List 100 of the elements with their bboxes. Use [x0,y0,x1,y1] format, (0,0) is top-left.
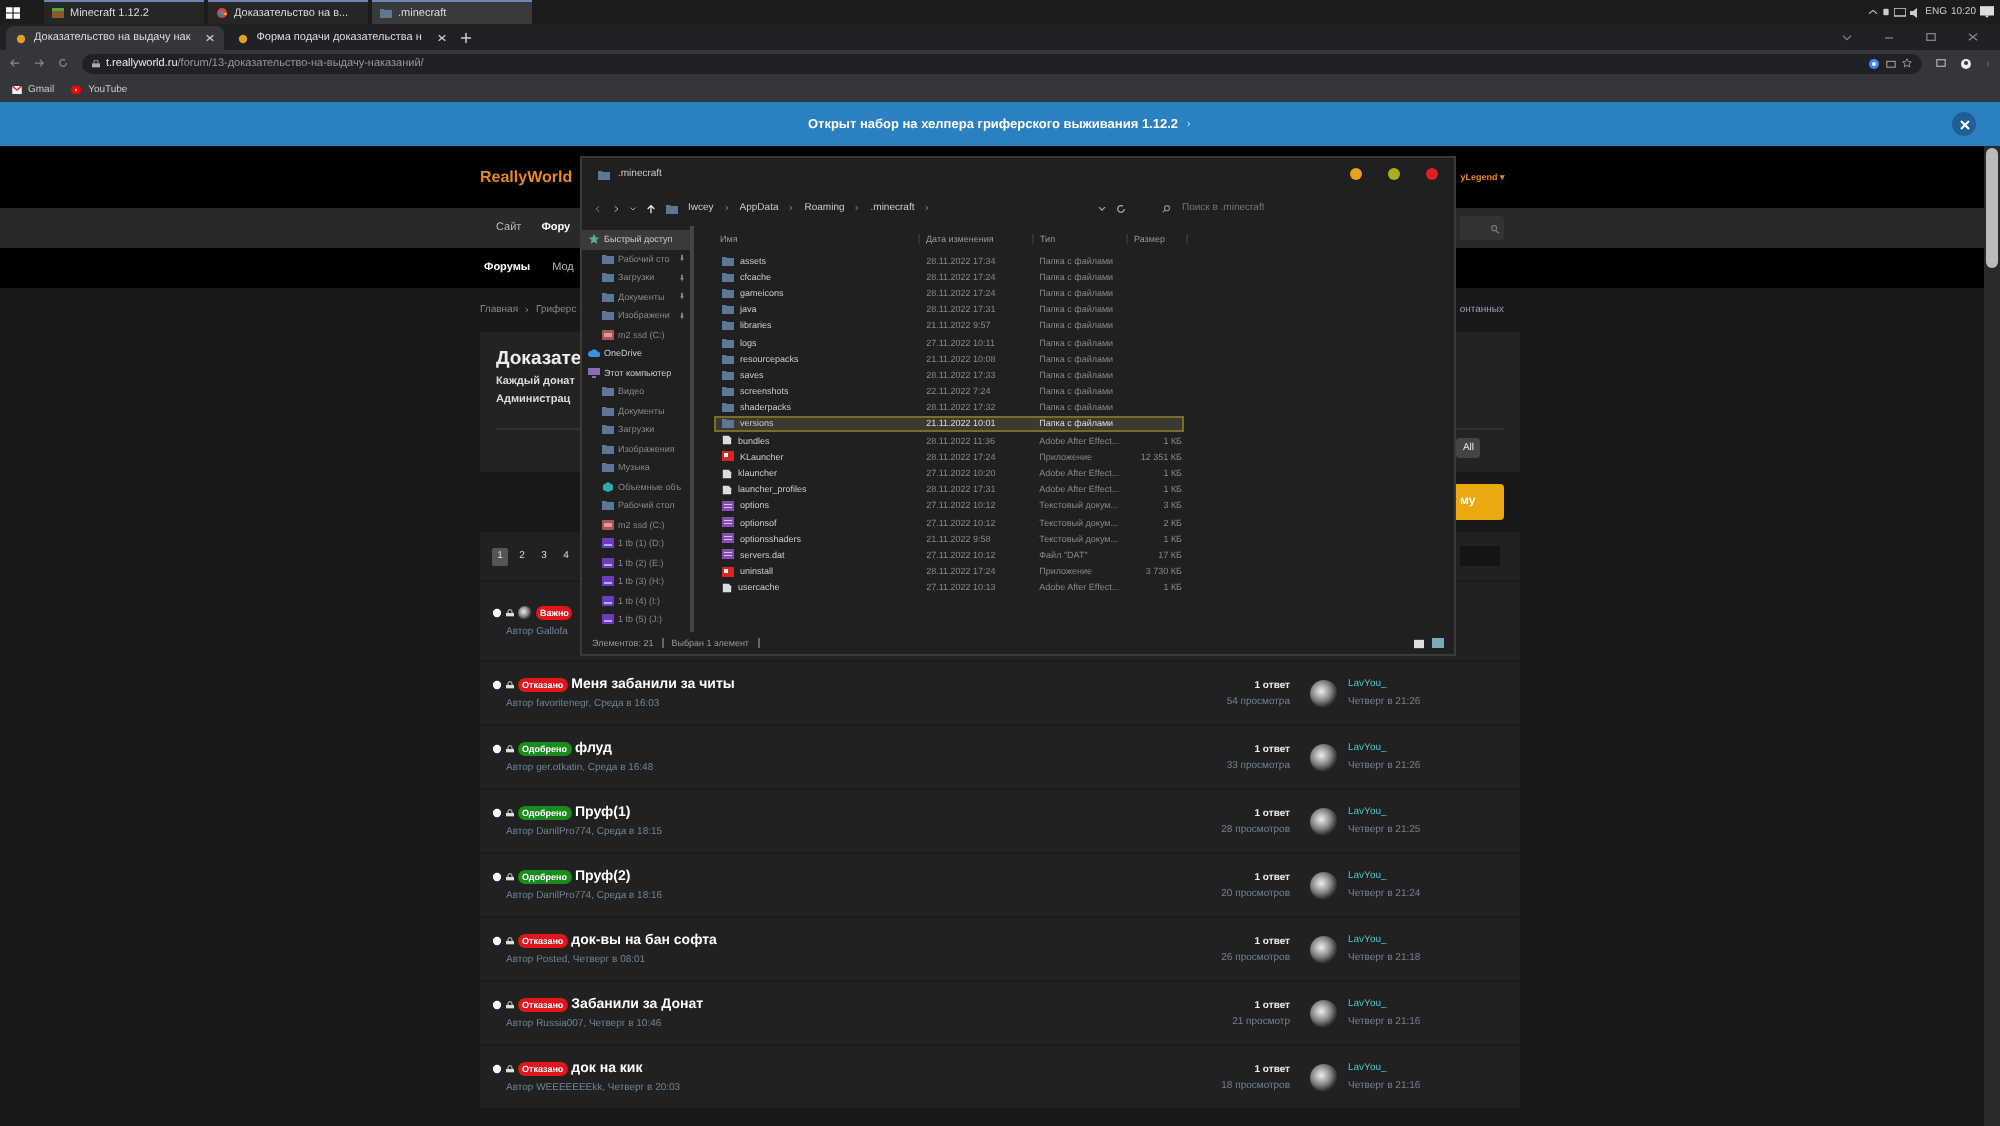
unread-dot-icon [492,935,502,945]
site-logo[interactable]: ReallyWorld [480,168,573,186]
side-panel-icon [1936,58,1946,68]
lock-icon [506,999,514,1009]
avatar [1310,807,1338,835]
lock-icon [92,59,100,67]
lock-icon [506,871,514,881]
document-icon [722,434,732,447]
unread-dot-icon [492,607,502,617]
favicon-icon [16,33,26,43]
star-icon [1902,58,1912,68]
unread-dot-icon [492,743,502,753]
text-file-icon [722,532,734,545]
disk-icon [602,614,614,625]
chevron-up-icon [1867,8,1878,16]
folder-icon [666,203,678,213]
pin-icon [678,311,686,320]
avatar [1310,1063,1338,1091]
unread-dot-icon [492,807,502,817]
document-icon [722,581,732,594]
forward-icon [612,203,620,213]
unread-dot-icon [492,1063,502,1073]
maximize-icon [1926,32,1936,42]
forum-title: Доказате [496,348,582,370]
lock-icon [506,935,514,945]
windows-logo-icon [6,5,20,19]
scrollbar[interactable] [1984,146,2000,1126]
disk-icon [602,576,614,587]
unread-dot-icon [492,871,502,881]
network-icon [1893,7,1906,17]
avatar [1310,679,1338,707]
plus-icon [459,31,472,43]
avatar [1310,935,1338,963]
lock-icon [506,743,514,753]
grass-block-icon [52,8,64,18]
text-file-icon [722,548,734,561]
close-icon [206,34,215,42]
tiles-view-icon [1432,638,1444,648]
unread-dot-icon [492,999,502,1009]
chevron-right-icon [788,204,795,212]
chevron-right-icon [1186,120,1193,128]
disk-icon [602,538,614,549]
details-view-icon [1414,637,1424,649]
up-arrow-icon [646,203,656,213]
profile-icon [1960,57,1972,69]
pin-icon [678,273,686,282]
usb-icon [1881,6,1890,18]
close-icon [437,34,446,42]
lock-icon [506,679,514,689]
speaker-icon [1909,7,1922,17]
google-icon [1868,57,1880,69]
chrome-icon [216,8,228,18]
folder-icon [380,8,392,18]
forward-icon [34,58,44,68]
lock-icon [506,607,514,617]
back-icon [10,58,20,68]
back-icon [594,203,602,213]
text-file-icon [722,499,734,512]
minimize-icon [1884,33,1894,41]
cloud-icon [588,348,600,359]
chevron-down-icon [1098,205,1106,211]
cube-icon [602,481,614,492]
avatar [518,605,532,619]
close-icon [1968,32,1978,42]
chevron-right-icon [524,306,531,314]
chevron-right-icon [723,204,730,212]
computer-icon [588,367,600,378]
close-button[interactable] [1952,112,1976,136]
maximize-button[interactable] [1388,168,1400,180]
lock-icon [506,807,514,817]
folder-icon [602,500,614,511]
unread-dot-icon [492,679,502,689]
notification-icon [1980,6,1994,18]
folder-icon [598,169,610,179]
pin-icon [678,292,686,301]
lock-icon [506,1063,514,1073]
avatar [1310,999,1338,1027]
minimize-button[interactable] [1350,168,1362,180]
favicon-icon [238,33,249,43]
play-icon [70,85,83,93]
search-icon [1490,223,1500,233]
close-button[interactable] [1426,168,1438,180]
refresh-icon [1116,203,1126,213]
avatar [1310,743,1338,771]
pin-icon [678,254,686,263]
text-file-icon [722,516,734,529]
chevron-right-icon [854,204,861,212]
chevron-right-icon [924,204,931,212]
avatar [1310,871,1338,899]
share-icon [1886,58,1896,68]
star-icon [588,234,600,245]
mail-icon [12,85,22,93]
app-icon [722,565,734,578]
search-field[interactable] [1460,216,1504,240]
chevron-down-icon [1842,33,1852,41]
disk-icon [602,557,614,568]
app-icon [722,450,734,463]
reload-icon [58,58,68,68]
search-icon [1162,203,1172,213]
close-icon [1959,119,1969,129]
